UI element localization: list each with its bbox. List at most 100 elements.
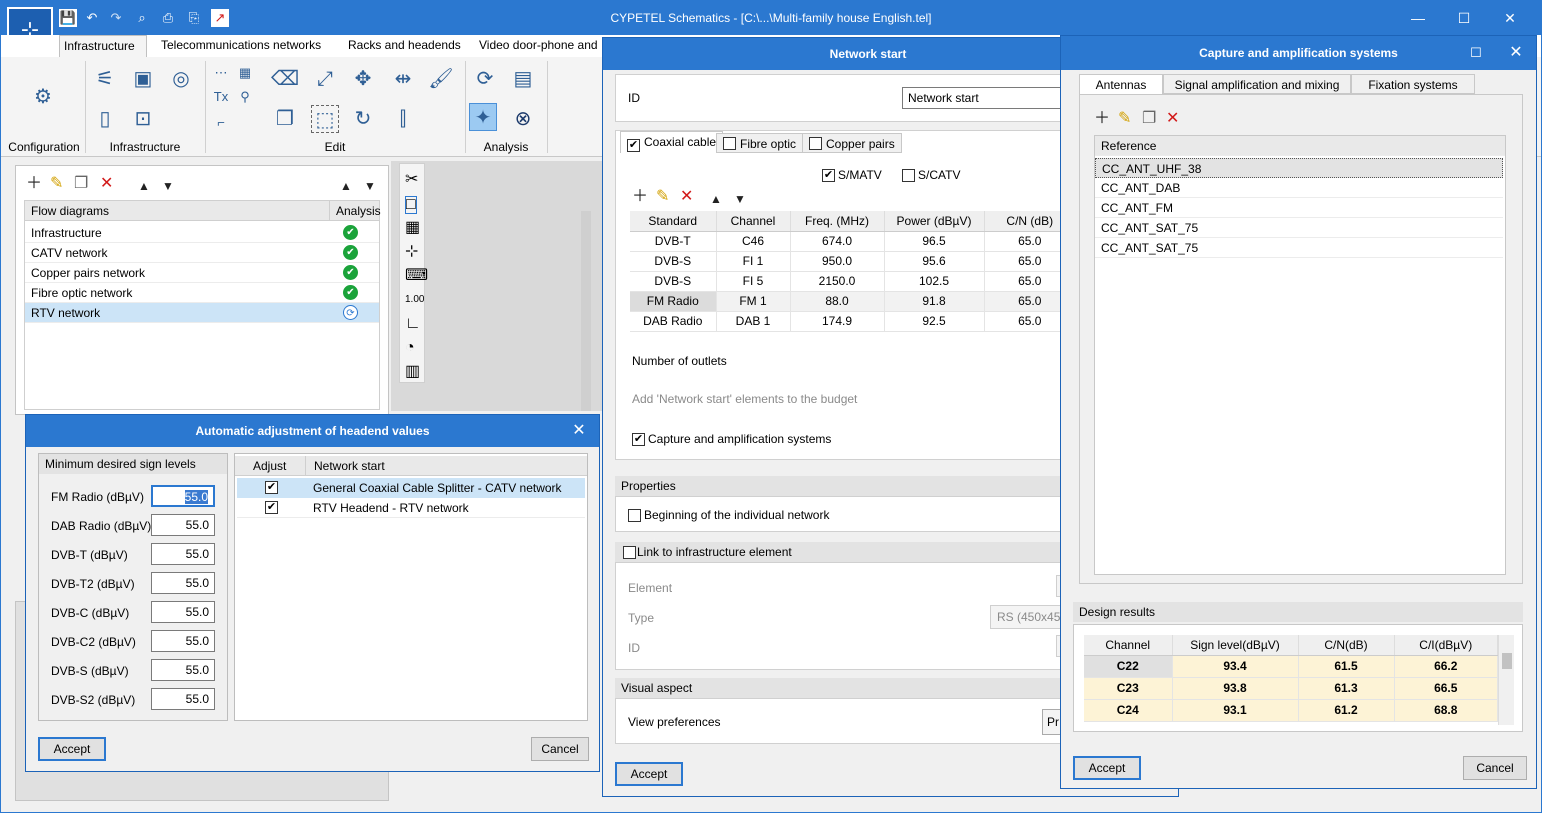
dvb-c-input[interactable]: 55.0 — [151, 601, 215, 623]
calculator-icon[interactable]: ▤ — [509, 65, 537, 93]
table-row[interactable]: C22 93.4 61.5 66.2 — [1084, 655, 1498, 678]
move-up-icon[interactable]: ▲ — [138, 178, 150, 194]
table-icon[interactable]: ▦ — [235, 63, 255, 83]
copy-icon[interactable]: ❐ — [74, 176, 88, 192]
minimize-button[interactable]: — — [1395, 1, 1441, 35]
copy-icon[interactable]: ❐ — [1142, 111, 1156, 127]
table-row[interactable]: CATV network ✔ — [25, 243, 379, 263]
antenna-icon[interactable]: ⚟ — [91, 65, 119, 93]
list-item[interactable]: CC_ANT_SAT_75 — [1095, 238, 1503, 258]
link-checkbox[interactable] — [623, 546, 636, 559]
table-row[interactable]: DVB-S FI 5 2150.0 102.5 65.0 — [630, 271, 1076, 292]
fm-radio-input[interactable]: 55.0 — [151, 485, 215, 507]
gear-icon[interactable]: ⚙ — [29, 83, 57, 111]
list-item[interactable]: CC_ANT_SAT_75 — [1095, 218, 1503, 238]
adjust-checkbox[interactable]: ✔ — [265, 501, 278, 514]
list-item[interactable]: CC_ANT_FM — [1095, 198, 1503, 218]
tab-coaxial-cable[interactable]: ✔ Coaxial cable — [620, 131, 724, 153]
accept-button[interactable]: Accept — [38, 737, 106, 761]
move-down-icon[interactable]: ▼ — [162, 178, 174, 194]
table-row[interactable]: DVB-T C46 674.0 96.5 65.0 — [630, 231, 1076, 252]
counter-icon[interactable]: 1.00 — [405, 292, 424, 308]
dvb-s2-input[interactable]: 55.0 — [151, 688, 215, 710]
grid-icon[interactable]: ▦ — [405, 220, 420, 236]
beginning-checkbox[interactable] — [628, 509, 641, 522]
eraser-icon[interactable]: ⌫ — [271, 65, 299, 93]
rectangle-icon[interactable]: □ — [405, 196, 417, 214]
keyboard-icon[interactable]: ⌨ — [405, 268, 428, 284]
dots-icon[interactable]: ⋯ — [211, 63, 231, 83]
list-item[interactable]: CC_ANT_UHF_38 — [1095, 158, 1503, 178]
table-row[interactable]: DAB Radio DAB 1 174.9 92.5 65.0 — [630, 311, 1076, 332]
scatv-checkbox[interactable] — [902, 169, 915, 182]
close-icon[interactable]: ✕ — [559, 415, 599, 447]
table-row[interactable]: Copper pairs network ✔ — [25, 263, 379, 283]
cancel-button[interactable]: Cancel — [531, 737, 589, 761]
canvas-scrollbar[interactable] — [581, 211, 591, 411]
brush-icon[interactable]: 🖌 — [427, 65, 455, 93]
capture-checkbox[interactable]: ✔ — [632, 433, 645, 446]
tab-fixation-systems[interactable]: Fixation systems — [1351, 74, 1475, 94]
report-icon[interactable]: ▥ — [405, 364, 420, 380]
dvb-t2-input[interactable]: 55.0 — [151, 572, 215, 594]
list-item[interactable]: CC_ANT_DAB — [1095, 178, 1503, 198]
angle-icon[interactable]: ∟ — [405, 316, 421, 332]
mirror-icon[interactable]: ⇹ — [389, 65, 417, 93]
column-down-icon[interactable]: ▼ — [364, 178, 376, 194]
edit-icon[interactable]: ✎ — [656, 189, 669, 205]
edit-icon[interactable]: ✎ — [50, 176, 63, 192]
add-icon[interactable]: ＋ — [26, 176, 42, 192]
delete-icon[interactable]: ✕ — [1166, 111, 1179, 127]
smatv-checkbox[interactable]: ✔ — [822, 169, 835, 182]
cabinet-icon[interactable]: ▯ — [91, 105, 119, 133]
tab-telecom-networks[interactable]: Telecommunications networks — [157, 35, 325, 57]
text-icon[interactable]: Tx — [211, 87, 231, 107]
close-button[interactable]: ✕ — [1487, 1, 1533, 35]
accept-button[interactable]: Accept — [1073, 756, 1141, 780]
id-input[interactable]: Network start — [902, 87, 1072, 109]
delete-icon[interactable]: ✕ — [100, 176, 113, 192]
outlet-icon[interactable]: ⊡ — [129, 105, 157, 133]
error-warning-icon[interactable]: ⊗ — [509, 105, 537, 133]
add-icon[interactable]: ＋ — [632, 189, 648, 205]
tab-signal-amplification[interactable]: Signal amplification and mixing — [1163, 74, 1351, 94]
table-row[interactable]: FM Radio FM 1 88.0 91.8 65.0 — [630, 291, 1076, 312]
table-row[interactable]: Infrastructure ✔ — [25, 223, 379, 243]
dab-radio-input[interactable]: 55.0 — [151, 514, 215, 536]
move-icon[interactable]: ✥ — [349, 65, 377, 93]
column-up-icon[interactable]: ▲ — [340, 178, 352, 194]
pin-icon[interactable]: ⚲ — [235, 87, 255, 107]
table-row[interactable]: RTV network ⟳ — [25, 303, 379, 323]
cancel-button[interactable]: Cancel — [1463, 756, 1527, 780]
table-row[interactable]: ✔ General Coaxial Cable Splitter - CATV … — [237, 478, 585, 498]
maximize-dialog-button[interactable]: ☐ — [1456, 36, 1496, 70]
table-row[interactable]: C23 93.8 61.3 66.5 — [1084, 677, 1498, 700]
tab-infrastructure[interactable]: Infrastructure — [59, 35, 147, 57]
align-icon[interactable]: ⫿ — [389, 105, 417, 133]
close-icon[interactable]: ✕ — [1496, 36, 1536, 70]
move-up-icon[interactable]: ▲ — [710, 191, 722, 207]
move-down-icon[interactable]: ▼ — [734, 191, 746, 207]
dvb-c2-input[interactable]: 55.0 — [151, 630, 215, 652]
add-icon[interactable]: ＋ — [1094, 111, 1110, 127]
table-row[interactable]: DVB-S FI 1 950.0 95.6 65.0 — [630, 251, 1076, 272]
adjust-checkbox[interactable]: ✔ — [265, 481, 278, 494]
delete-icon[interactable]: ✕ — [680, 189, 693, 205]
tab-racks-headends[interactable]: Racks and headends — [344, 35, 465, 57]
tab-fibre-optic[interactable]: Fibre optic — [716, 133, 804, 153]
table-row[interactable]: C24 93.1 61.2 68.8 — [1084, 699, 1498, 722]
conduit-icon[interactable]: ◎ — [167, 65, 195, 93]
dvb-s-input[interactable]: 55.0 — [151, 659, 215, 681]
rotate-icon[interactable]: ↻ — [349, 105, 377, 133]
results-scrollbar[interactable] — [1498, 635, 1514, 725]
maximize-button[interactable]: ☐ — [1441, 1, 1487, 35]
copy-objects-icon[interactable]: ❐ — [271, 105, 299, 133]
table-row[interactable]: Fibre optic network ✔ — [25, 283, 379, 303]
magic-wand-icon[interactable]: ✦ — [469, 103, 497, 131]
refresh-analysis-icon[interactable]: ⟳ — [471, 65, 499, 93]
tools-icon[interactable]: ✂ — [405, 172, 418, 188]
corner-icon[interactable]: ⌐ — [211, 113, 231, 133]
scale-icon[interactable]: ⤢ — [311, 65, 339, 93]
tab-antennas[interactable]: Antennas — [1079, 74, 1163, 95]
circle-tool-icon[interactable]: ◔ — [405, 340, 415, 356]
